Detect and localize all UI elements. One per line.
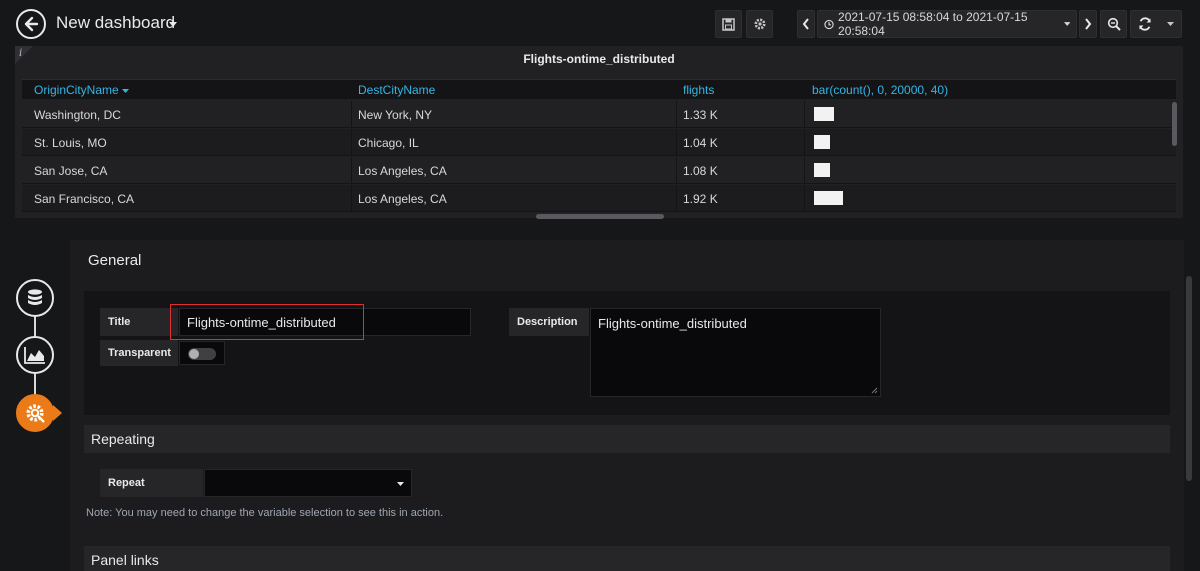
grafana-app: New dashboard 2021-07-15 08:58:04 to 202… [0, 0, 1200, 571]
caret-down-icon [1166, 22, 1174, 26]
table-row: Washington, DC New York, NY 1.33 K [22, 101, 1176, 128]
repeat-note: Note: You may need to change the variabl… [86, 507, 444, 519]
column-header-dest[interactable]: DestCityName [358, 83, 435, 97]
panel-title[interactable]: Flights-ontime_distributed [15, 52, 1183, 66]
cell-origin: San Jose, CA [34, 164, 108, 178]
panel-editor: General Title Flights-ontime_distributed… [70, 240, 1184, 571]
cell-flights: 1.33 K [683, 108, 718, 122]
active-tab-pointer [53, 405, 62, 421]
cell-bar [814, 191, 843, 205]
cell-dest: Chicago, IL [358, 136, 419, 150]
repeating-heading[interactable]: Repeating [84, 425, 1170, 453]
transparent-toggle[interactable] [179, 341, 225, 365]
cell-bar [814, 163, 830, 177]
description-textarea[interactable]: Flights-ontime_distributed [590, 308, 881, 397]
repeating-section: Repeat [84, 453, 1170, 535]
table-vertical-scrollbar[interactable] [1172, 102, 1177, 146]
resize-grip-icon[interactable] [871, 387, 878, 394]
refresh-button[interactable] [1130, 10, 1182, 38]
queries-tab[interactable] [16, 279, 54, 317]
gear-cog-icon [26, 404, 45, 423]
toggle-track [188, 348, 216, 360]
cell-flights: 1.04 K [683, 136, 718, 150]
visualization-tab[interactable] [16, 336, 54, 374]
cell-flights: 1.08 K [683, 164, 718, 178]
sort-caret-icon [122, 88, 130, 93]
dashboard-settings-button[interactable] [746, 10, 773, 38]
cell-bar [814, 135, 830, 149]
time-shift-forward-button[interactable] [1079, 10, 1097, 38]
caret-down-icon[interactable] [169, 22, 177, 27]
refresh-icon [1139, 17, 1152, 31]
time-shift-back-button[interactable] [797, 10, 815, 38]
column-header-flights[interactable]: flights [683, 83, 714, 97]
description-label: Description [509, 308, 589, 336]
chart-area-icon [24, 347, 45, 364]
clock-icon [824, 19, 834, 29]
general-section: Title Flights-ontime_distributed Transpa… [84, 291, 1170, 415]
panel-links-heading[interactable]: Panel links [84, 546, 1170, 571]
back-button[interactable] [16, 9, 46, 39]
caret-down-icon [397, 482, 404, 486]
toggle-knob [189, 349, 199, 359]
table-panel: i Flights-ontime_distributed OriginCityN… [15, 46, 1183, 219]
zoom-out-button[interactable] [1100, 10, 1127, 38]
title-label: Title [100, 308, 178, 336]
table-row: San Francisco, CA Los Angeles, CA 1.92 K [22, 185, 1176, 212]
description-text: Flights-ontime_distributed [598, 316, 747, 331]
save-dashboard-button[interactable] [715, 10, 742, 38]
cell-flights: 1.92 K [683, 192, 718, 206]
time-range-text: 2021-07-15 08:58:04 to 2021-07-15 20:58:… [838, 10, 1028, 38]
database-icon [28, 289, 42, 305]
general-settings-tab[interactable] [16, 394, 54, 432]
repeat-select[interactable] [204, 469, 412, 497]
cell-dest: Los Angeles, CA [358, 192, 447, 206]
gear-icon [754, 18, 765, 30]
back-arrow-icon [24, 16, 39, 32]
table-row: St. Louis, MO Chicago, IL 1.04 K [22, 129, 1176, 156]
save-icon [722, 17, 735, 31]
time-range-picker[interactable]: 2021-07-15 08:58:04 to 2021-07-15 20:58:… [817, 10, 1077, 38]
column-header-origin[interactable]: OriginCityName [34, 83, 130, 97]
general-heading: General [88, 252, 142, 269]
repeat-label: Repeat [100, 469, 203, 497]
dashboard-title[interactable]: New dashboard [56, 13, 175, 33]
table-row: San Jose, CA Los Angeles, CA 1.08 K [22, 157, 1176, 184]
window-scrollbar[interactable] [1186, 276, 1192, 481]
title-input[interactable]: Flights-ontime_distributed [179, 308, 471, 336]
cell-origin: St. Louis, MO [34, 136, 107, 150]
cell-origin: Washington, DC [34, 108, 121, 122]
cell-dest: New York, NY [358, 108, 433, 122]
chevron-right-icon [1085, 18, 1092, 30]
table-header: OriginCityName DestCityName flights bar(… [22, 79, 1176, 99]
chevron-left-icon [802, 18, 809, 30]
column-header-bar[interactable]: bar(count(), 0, 20000, 40) [812, 83, 948, 97]
zoom-out-icon [1107, 17, 1121, 31]
caret-down-icon [1063, 22, 1070, 26]
cell-origin: San Francisco, CA [34, 192, 135, 206]
cell-bar [814, 107, 834, 121]
top-navbar: New dashboard 2021-07-15 08:58:04 to 202… [0, 0, 1200, 46]
cell-dest: Los Angeles, CA [358, 164, 447, 178]
transparent-label: Transparent [100, 340, 178, 366]
table-horizontal-scrollbar[interactable] [536, 214, 664, 219]
